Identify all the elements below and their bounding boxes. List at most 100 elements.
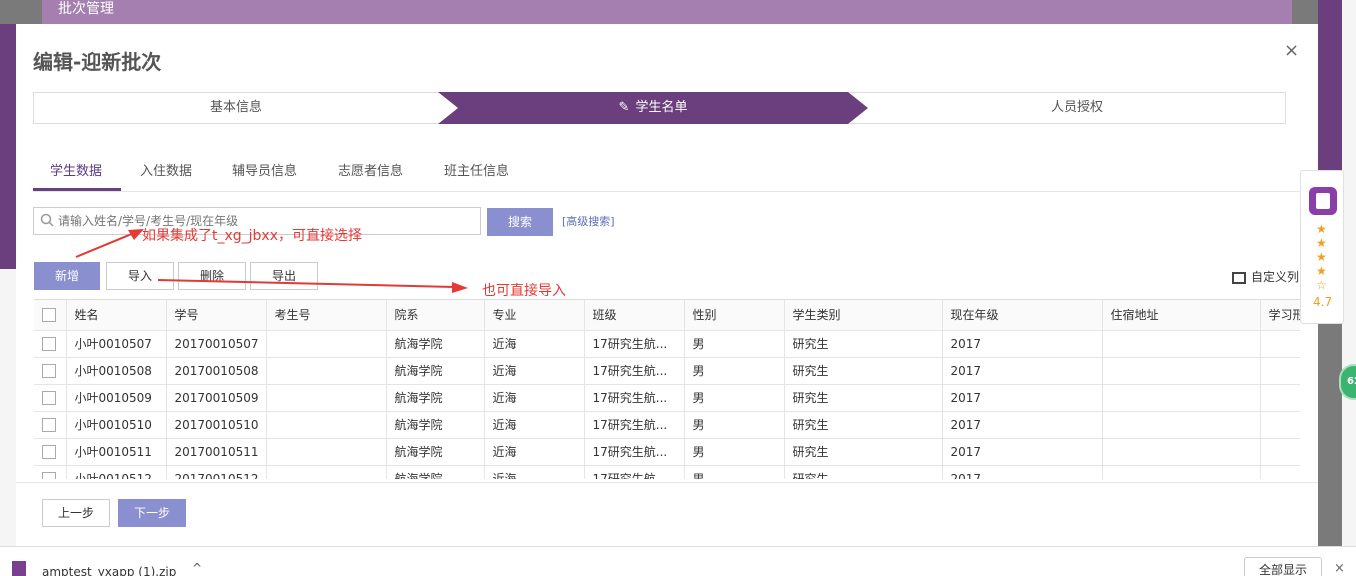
- table-row[interactable]: 小叶0010508 20170010508 航海学院 近海 17研究生航... 男研究生 2…: [34, 357, 1300, 385]
- tab-student-data[interactable]: 学生数据: [50, 160, 102, 179]
- column-header[interactable]: 现在年级: [942, 300, 1103, 331]
- close-icon[interactable]: ×: [1334, 561, 1345, 576]
- step-basic-info[interactable]: 基本信息: [34, 93, 438, 123]
- table-cell: 17研究生航...: [584, 357, 685, 385]
- step-wizard: 基本信息 ✎ 学生名单 人员授权: [33, 92, 1286, 124]
- page-title: 批次管理: [58, 1, 114, 17]
- table-row[interactable]: 小叶0010509 20170010509 航海学院 近海 17研究生航... 男研究生 2…: [34, 384, 1300, 412]
- rating-widget[interactable]: ★ ★ ★ ★ ☆ 4.7: [1300, 170, 1344, 324]
- row-select-cell: [34, 465, 67, 479]
- table-cell: [266, 330, 387, 358]
- table-cell: 小叶0010511: [66, 438, 167, 466]
- table-cell: 航海学院: [386, 411, 485, 439]
- table-row[interactable]: 小叶0010507 20170010507 航海学院 近海 17研究生航... 男研究生 2…: [34, 330, 1300, 358]
- export-button[interactable]: 导出: [250, 262, 318, 290]
- column-header[interactable]: 学号: [166, 300, 267, 331]
- table-cell: 17研究生航...: [584, 465, 685, 479]
- table-cell: 研究生: [784, 465, 943, 479]
- row-checkbox[interactable]: [42, 390, 56, 405]
- row-select-cell: [34, 411, 67, 439]
- table-cell: 近海: [484, 357, 585, 385]
- chevron-up-icon[interactable]: ^: [192, 561, 202, 575]
- column-header[interactable]: 住宿地址: [1102, 300, 1261, 331]
- row-checkbox[interactable]: [42, 471, 56, 479]
- table-cell: 小叶0010507: [66, 330, 167, 358]
- annotation-note-select: 如果集成了t_xg_jbxx，可直接选择: [142, 228, 363, 244]
- table-cell: 研究生: [784, 411, 943, 439]
- tab-head-teacher-info[interactable]: 班主任信息: [444, 160, 509, 179]
- table-cell: 2017: [942, 438, 1103, 466]
- column-header[interactable]: 班级: [584, 300, 685, 331]
- modal-title: 编辑-迎新批次: [33, 50, 162, 74]
- table-cell: 17研究生航...: [584, 411, 685, 439]
- tab-counselor-info[interactable]: 辅导员信息: [232, 160, 297, 179]
- table-cell: [1260, 330, 1300, 358]
- table-cell: 研究生: [784, 384, 943, 412]
- table-cell: 小叶0010509: [66, 384, 167, 412]
- table-cell: 2017: [942, 411, 1103, 439]
- table-cell: 20170010509: [166, 384, 267, 412]
- table-body: 小叶0010507 20170010507 航海学院 近海 17研究生航... 男研究生 2…: [34, 330, 1300, 479]
- table-cell: 航海学院: [386, 465, 485, 479]
- star-icon: ★: [1316, 250, 1327, 264]
- rating-value: 4.7: [1313, 295, 1333, 309]
- table-row[interactable]: 小叶0010510 20170010510 航海学院 近海 17研究生航... 男研究生 2…: [34, 411, 1300, 439]
- table-cell: 近海: [484, 465, 585, 479]
- table-row[interactable]: 小叶0010512 20170010512 航海学院 近海 17研究生航... 男研究生 2…: [34, 465, 1300, 479]
- step-student-list[interactable]: ✎ 学生名单: [438, 93, 868, 123]
- select-all-cell: [34, 300, 67, 331]
- tab-active-indicator: [33, 188, 121, 191]
- column-header[interactable]: 学生类别: [784, 300, 943, 331]
- table-cell: 17研究生航...: [584, 384, 685, 412]
- step-personnel-auth[interactable]: 人员授权: [868, 93, 1286, 123]
- annotation-arrowhead-2: [452, 282, 468, 293]
- table-cell: 近海: [484, 330, 585, 358]
- search-button[interactable]: 搜索: [487, 208, 553, 236]
- star-outline-icon: ☆: [1316, 278, 1327, 292]
- row-checkbox[interactable]: [42, 363, 56, 378]
- column-header[interactable]: 院系: [386, 300, 485, 331]
- floating-badge[interactable]: 62: [1339, 364, 1356, 400]
- prev-step-button[interactable]: 上一步: [42, 499, 110, 527]
- column-header[interactable]: 考生号: [266, 300, 387, 331]
- close-icon[interactable]: ×: [1284, 40, 1299, 61]
- table-cell: [266, 357, 387, 385]
- show-all-button[interactable]: 全部显示: [1244, 557, 1322, 576]
- row-select-cell: [34, 438, 67, 466]
- table-cell: 航海学院: [386, 384, 485, 412]
- select-all-checkbox[interactable]: [42, 308, 56, 322]
- modal-footer: 上一步 下一步: [16, 482, 1318, 546]
- delete-button[interactable]: 删除: [178, 262, 246, 290]
- table-cell: 20170010507: [166, 330, 267, 358]
- next-step-button[interactable]: 下一步: [118, 499, 186, 527]
- column-header[interactable]: 专业: [484, 300, 585, 331]
- table-cell: [1102, 357, 1261, 385]
- add-button[interactable]: 新增: [34, 262, 100, 290]
- table-cell: 小叶0010510: [66, 411, 167, 439]
- table-cell: 2017: [942, 384, 1103, 412]
- tab-checkin-data[interactable]: 入住数据: [140, 160, 192, 179]
- row-checkbox[interactable]: [42, 336, 56, 351]
- column-header[interactable]: 学习形: [1260, 300, 1300, 331]
- import-button[interactable]: 导入: [106, 262, 174, 290]
- table-cell: 20170010508: [166, 357, 267, 385]
- table-row[interactable]: 小叶0010511 20170010511 航海学院 近海 17研究生航... 男研究生 2…: [34, 438, 1300, 466]
- column-header[interactable]: 性别: [684, 300, 785, 331]
- table-cell: 小叶0010508: [66, 357, 167, 385]
- tab-bar: 学生数据 入住数据 辅导员信息 志愿者信息 班主任信息: [33, 154, 1318, 192]
- table-header-row: 姓名 学号 考生号 院系 专业 班级 性别 学生类别 现在年级 住宿地址 学习形: [34, 300, 1300, 331]
- row-checkbox[interactable]: [42, 444, 56, 459]
- scrollbar-track[interactable]: [1342, 0, 1356, 546]
- row-checkbox[interactable]: [42, 417, 56, 432]
- advanced-search-link[interactable]: [高级搜索]: [562, 213, 615, 229]
- student-table: 姓名 学号 考生号 院系 专业 班级 性别 学生类别 现在年级 住宿地址 学习形…: [34, 300, 1300, 479]
- table-cell: 男: [684, 465, 785, 479]
- download-filename[interactable]: amptest_yxapp (1).zip: [42, 565, 176, 576]
- pencil-icon: ✎: [618, 100, 630, 115]
- table-cell: 20170010512: [166, 465, 267, 479]
- tab-volunteer-info[interactable]: 志愿者信息: [338, 160, 403, 179]
- custom-columns-button[interactable]: 自定义列: [1232, 268, 1299, 285]
- column-header[interactable]: 姓名: [66, 300, 167, 331]
- table-cell: 2017: [942, 357, 1103, 385]
- table-cell: 航海学院: [386, 357, 485, 385]
